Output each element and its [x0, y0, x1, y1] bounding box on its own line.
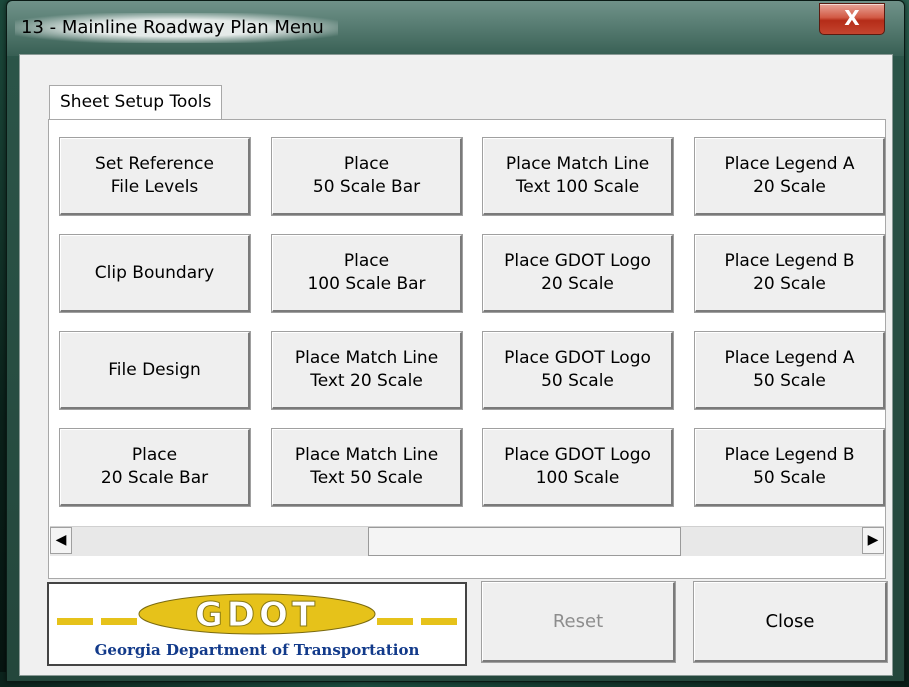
clip-boundary-button[interactable]: Clip Boundary — [59, 234, 251, 313]
set-reference-file-levels-button[interactable]: Set Reference File Levels — [59, 137, 251, 216]
place-legend-a-50-scale-button[interactable]: Place Legend A 50 Scale — [694, 331, 886, 410]
scroll-left-arrow-icon[interactable]: ◀ — [50, 527, 72, 554]
window-title: 13 - Mainline Roadway Plan Menu — [15, 13, 338, 43]
tool-button-grid: Set Reference File Levels Place 50 Scale … — [59, 137, 898, 528]
file-design-button[interactable]: File Design — [59, 331, 251, 410]
gdot-logo-icon: GDOT Georgia Department of Transportatio… — [57, 593, 457, 659]
logo-subtitle: Georgia Department of Transportation — [95, 641, 420, 659]
place-20-scale-bar-button[interactable]: Place 20 Scale Bar — [59, 428, 251, 507]
gdot-logo: GDOT Georgia Department of Transportatio… — [47, 582, 467, 666]
place-legend-a-20-scale-button[interactable]: Place Legend A 20 Scale — [694, 137, 886, 216]
scrollbar-thumb[interactable] — [368, 527, 681, 556]
horizontal-scrollbar[interactable]: ◀ ▶ — [50, 526, 884, 556]
scroll-right-arrow-icon[interactable]: ▶ — [862, 527, 884, 554]
place-match-line-text-20-scale-button[interactable]: Place Match Line Text 20 Scale — [271, 331, 463, 410]
place-gdot-logo-100-scale-button[interactable]: Place GDOT Logo 100 Scale — [482, 428, 674, 507]
logo-wordmark: GDOT — [195, 595, 319, 635]
dialog-window: 13 - Mainline Roadway Plan Menu X Sheet … — [6, 0, 905, 682]
place-legend-b-20-scale-button[interactable]: Place Legend B 20 Scale — [694, 234, 886, 313]
place-match-line-text-50-scale-button[interactable]: Place Match Line Text 50 Scale — [271, 428, 463, 507]
place-match-line-text-100-scale-button[interactable]: Place Match Line Text 100 Scale — [482, 137, 674, 216]
place-gdot-logo-50-scale-button[interactable]: Place GDOT Logo 50 Scale — [482, 331, 674, 410]
place-gdot-logo-20-scale-button[interactable]: Place GDOT Logo 20 Scale — [482, 234, 674, 313]
tab-sheet-setup-tools[interactable]: Sheet Setup Tools — [49, 85, 223, 119]
reset-button[interactable]: Reset — [481, 581, 676, 663]
place-50-scale-bar-button[interactable]: Place 50 Scale Bar — [271, 137, 463, 216]
close-button[interactable]: Close — [693, 581, 888, 663]
dialog-client-area: Sheet Setup Tools Set Reference File Lev… — [19, 54, 893, 676]
place-100-scale-bar-button[interactable]: Place 100 Scale Bar — [271, 234, 463, 313]
close-window-button[interactable]: X — [819, 3, 885, 35]
place-legend-b-50-scale-button[interactable]: Place Legend B 50 Scale — [694, 428, 886, 507]
